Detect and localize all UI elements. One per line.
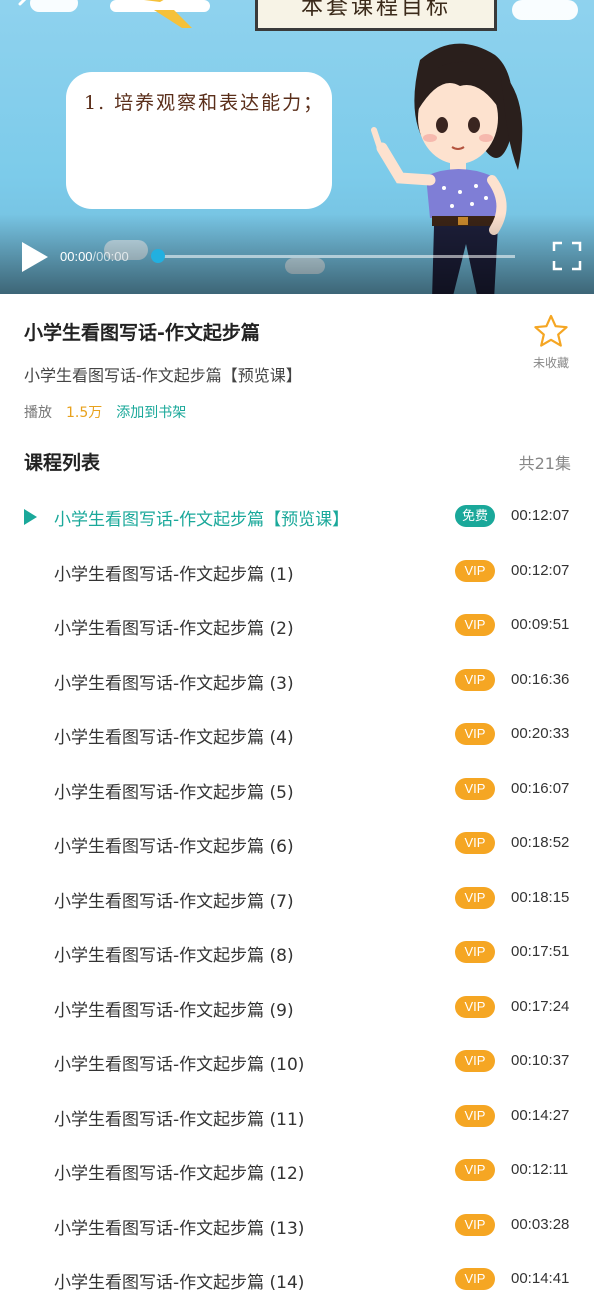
episode-item[interactable]: 小学生看图写话-作文起步篇 (11) VIP 00:14:27 [0, 1089, 594, 1144]
episode-item[interactable]: 小学生看图写话-作文起步篇 (8) VIP 00:17:51 [0, 925, 594, 980]
episode-duration: 00:12:07 [511, 507, 570, 524]
play-count-label: 播放 [24, 405, 52, 421]
fullscreen-button[interactable] [552, 241, 582, 271]
episode-duration: 00:14:27 [511, 1106, 570, 1124]
total-duration: 00:00 [96, 249, 129, 264]
vip-badge: VIP [455, 723, 495, 745]
vip-badge: VIP [455, 886, 495, 909]
progress-bar[interactable] [151, 249, 515, 263]
episode-duration: 00:09:51 [511, 616, 570, 633]
vip-badge: VIP [455, 832, 495, 854]
episode-item[interactable]: 小学生看图写话-作文起步篇 (7) VIP 00:18:15 [0, 871, 594, 926]
episode-duration: 00:12:07 [511, 561, 570, 579]
episode-title: 小学生看图写话-作文起步篇 (10) [54, 1055, 305, 1075]
episode-title: 小学生看图写话-作文起步篇 (4) [54, 728, 294, 748]
episode-item[interactable]: 小学生看图写话-作文起步篇 (3) VIP 00:16:36 [0, 653, 594, 708]
episode-item[interactable]: 小学生看图写话-作文起步篇 (2) VIP 00:09:51 [0, 598, 594, 653]
bubble-text: 1. 培养观察和表达能力； [84, 92, 325, 114]
vip-badge: VIP [455, 1159, 495, 1181]
cloud-decoration [512, 0, 578, 20]
episode-item[interactable]: 小学生看图写话-作文起步篇【预览课】 免费 00:12:07 [0, 489, 594, 544]
vip-badge: VIP [455, 1268, 495, 1290]
vip-badge: VIP [455, 777, 495, 800]
vip-badge: VIP [455, 1050, 495, 1072]
episode-title: 小学生看图写话-作文起步篇 (3) [54, 673, 294, 694]
airplane-illustration [110, 0, 210, 28]
vip-badge: VIP [455, 941, 495, 963]
episode-item[interactable]: 小学生看图写话-作文起步篇 (14) VIP 00:14:41 [0, 1252, 594, 1307]
episode-duration: 00:16:36 [511, 670, 570, 688]
vip-badge: VIP [455, 668, 495, 691]
vip-badge: VIP [455, 559, 495, 582]
episode-title: 小学生看图写话-作文起步篇 (14) [54, 1273, 305, 1293]
back-arrow-icon [18, 0, 27, 6]
back-button[interactable] [6, 0, 46, 22]
episode-duration: 00:17:24 [511, 997, 570, 1015]
episode-duration: 00:18:15 [511, 888, 570, 906]
favorite-label: 未收藏 [532, 356, 569, 370]
episode-title: 小学生看图写话-作文起步篇 (5) [54, 782, 294, 803]
episode-list: 小学生看图写话-作文起步篇【预览课】 免费 00:12:07 小学生看图写话-作文起步… [0, 489, 594, 1307]
episode-title: 小学生看图写话-作文起步篇 (11) [54, 1109, 305, 1130]
episode-title: 小学生看图写话-作文起步篇 (9) [54, 1000, 294, 1021]
star-outline-icon [534, 314, 568, 347]
vip-badge: VIP [455, 614, 495, 636]
episode-title: 小学生看图写话-作文起步篇 (8) [54, 946, 294, 966]
episode-duration: 00:18:52 [511, 834, 570, 851]
episode-item[interactable]: 小学生看图写话-作文起步篇 (4) VIP 00:20:33 [0, 707, 594, 762]
episode-item[interactable]: 小学生看图写话-作文起步篇 (1) VIP 00:12:07 [0, 544, 594, 599]
episode-title: 小学生看图写话-作文起步篇 (7) [54, 891, 294, 912]
free-badge: 免费 [455, 505, 495, 527]
episode-item[interactable]: 小学生看图写话-作文起步篇 (9) VIP 00:17:24 [0, 980, 594, 1035]
episode-title: 小学生看图写话-作文起步篇【预览课】 [54, 510, 350, 530]
progress-handle[interactable] [151, 249, 165, 263]
episode-title: 小学生看图写话-作文起步篇 (1) [54, 564, 294, 585]
favorite-button[interactable]: 未收藏 [528, 314, 574, 371]
episode-duration: 00:12:11 [511, 1161, 569, 1178]
vip-badge: VIP [455, 995, 495, 1018]
play-button[interactable] [18, 240, 52, 274]
episode-title: 小学生看图写话-作文起步篇 (6) [54, 837, 294, 857]
course-title: 小学生看图写话-作文起步篇 [24, 322, 260, 344]
episode-item[interactable]: 小学生看图写话-作文起步篇 (13) VIP 00:03:28 [0, 1198, 594, 1253]
episode-duration: 00:10:37 [511, 1052, 570, 1069]
episode-count: 共21集 [518, 454, 571, 473]
current-time: 00:00 [60, 249, 93, 264]
video-player[interactable]: 本套课程目标 1. 培养观察和表达能力； 00:00/00:00 [0, 0, 594, 294]
speech-bubble: 1. 培养观察和表达能力； [66, 72, 332, 209]
vip-badge: VIP [455, 1104, 495, 1127]
episode-item[interactable]: 小学生看图写话-作文起步篇 (12) VIP 00:12:11 [0, 1143, 594, 1198]
play-count: 1.5万 [66, 405, 103, 421]
add-to-shelf-link[interactable]: 添加到书架 [116, 405, 186, 421]
fullscreen-icon [552, 241, 582, 271]
episode-item[interactable]: 小学生看图写话-作文起步篇 (5) VIP 00:16:07 [0, 762, 594, 817]
lesson-board-title: 本套课程目标 [255, 0, 497, 31]
course-list-header: 课程列表 [24, 452, 101, 474]
episode-title: 小学生看图写话-作文起步篇 (2) [54, 619, 294, 639]
episode-duration: 00:03:28 [511, 1215, 570, 1233]
playback-time: 00:00/00:00 [60, 249, 129, 264]
episode-duration: 00:16:07 [511, 779, 570, 797]
episode-duration: 00:20:33 [511, 725, 570, 742]
episode-title: 小学生看图写话-作文起步篇 (12) [54, 1164, 305, 1184]
course-subtitle: 小学生看图写话-作文起步篇【预览课】 [24, 366, 302, 385]
course-stats: 播放 1.5万 添加到书架 [24, 402, 186, 422]
episode-duration: 00:17:51 [511, 943, 570, 960]
episode-duration: 00:14:41 [511, 1270, 570, 1287]
episode-item[interactable]: 小学生看图写话-作文起步篇 (10) VIP 00:10:37 [0, 1034, 594, 1089]
episode-item[interactable]: 小学生看图写话-作文起步篇 (6) VIP 00:18:52 [0, 816, 594, 871]
play-icon [22, 242, 48, 272]
episode-title: 小学生看图写话-作文起步篇 (13) [54, 1218, 305, 1239]
vip-badge: VIP [455, 1213, 495, 1236]
play-triangle-icon [24, 509, 37, 525]
